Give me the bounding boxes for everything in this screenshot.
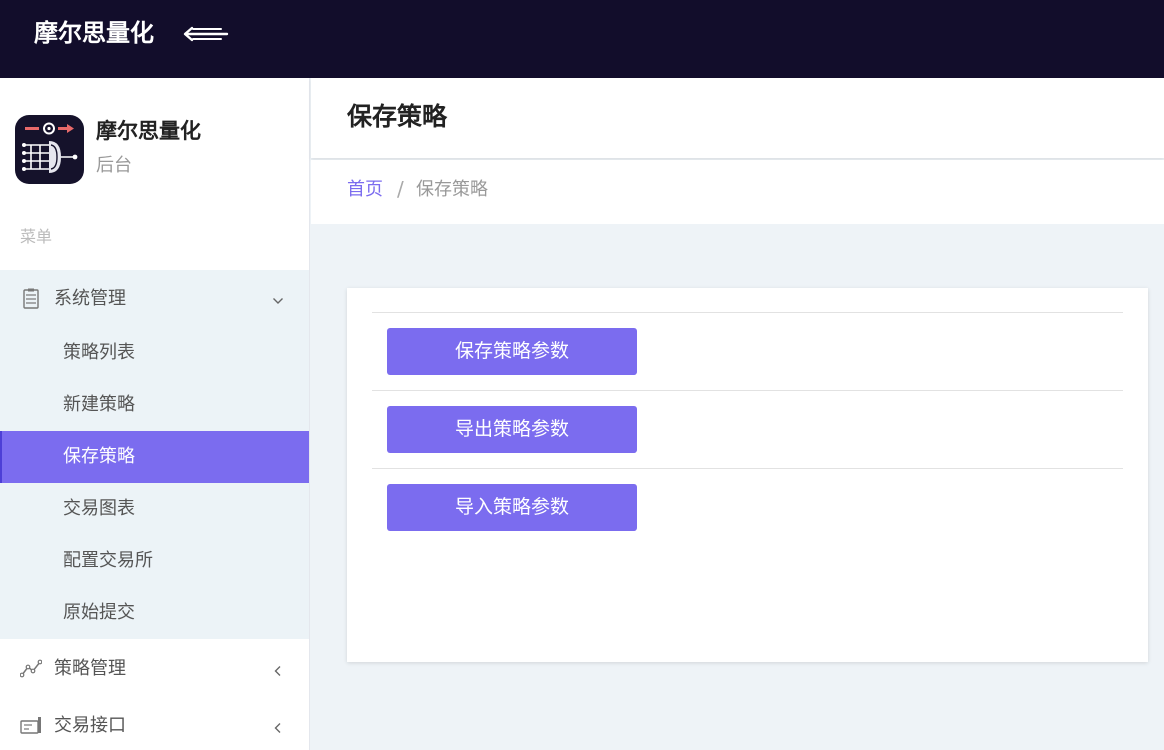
menu-group-system-label: 系统管理 (54, 288, 126, 309)
profile-name: 摩尔思量化 (96, 119, 201, 143)
menu-group-system: 系统管理 策略列表 新建策略 保存策略 交易图表 配置交易所 原始提交 (0, 270, 309, 639)
sidebar-item-label: 配置交易所 (63, 550, 153, 571)
profile-subtitle: 后台 (96, 155, 132, 176)
sidebar-item-strategy-list[interactable]: 策略列表 (0, 327, 309, 379)
breadcrumb-separator: / (397, 177, 404, 201)
sidebar-profile: 摩尔思量化 后台 (15, 115, 295, 185)
sidebar-item-save-strategy[interactable]: 保存策略 (0, 431, 309, 483)
menu-group-system-header[interactable]: 系统管理 (0, 270, 309, 326)
divider (372, 390, 1123, 391)
sidebar-item-label: 原始提交 (63, 602, 135, 623)
sidebar-item-new-strategy[interactable]: 新建策略 (0, 379, 309, 431)
save-strategy-params-button[interactable]: 保存策略参数 (387, 328, 637, 375)
breadcrumb-current: 保存策略 (416, 179, 488, 200)
menu-group-strategy-header[interactable]: 策略管理 (0, 640, 309, 696)
import-strategy-params-button[interactable]: 导入策略参数 (387, 484, 637, 531)
sidebar: 摩尔思量化 后台 菜单 系统管理 策略列表 新建策略 保存策略 交易图表 配置交 (0, 78, 310, 750)
breadcrumb: 首页 / 保存策略 (311, 160, 1164, 224)
menu-group-trading-interface-header[interactable]: 交易接口 (0, 697, 309, 750)
sidebar-item-configure-exchange[interactable]: 配置交易所 (0, 535, 309, 587)
sidebar-item-label: 保存策略 (63, 446, 135, 467)
app-logo (15, 115, 84, 184)
menu-toggle-icon[interactable] (183, 24, 229, 44)
sidebar-item-label: 交易图表 (63, 498, 135, 519)
server-icon (20, 288, 42, 310)
sidebar-item-label: 新建策略 (63, 394, 135, 415)
card-reader-icon (20, 715, 42, 737)
menu-caption: 菜单 (20, 227, 53, 246)
chevron-left-icon (272, 719, 284, 733)
content-card: 保存策略参数 导出策略参数 导入策略参数 (347, 288, 1148, 662)
menu-group-strategy-label: 策略管理 (54, 658, 126, 679)
export-strategy-params-button[interactable]: 导出策略参数 (387, 406, 637, 453)
top-navbar: 摩尔思量化 (0, 0, 1164, 78)
sidebar-item-raw-submit[interactable]: 原始提交 (0, 587, 309, 639)
divider (372, 312, 1123, 313)
divider (372, 468, 1123, 469)
menu-group-trading-interface-label: 交易接口 (54, 715, 126, 736)
chevron-down-icon (272, 292, 284, 304)
line-chart-icon (19, 658, 43, 680)
chevron-left-icon (272, 662, 284, 676)
page-title: 保存策略 (347, 102, 448, 131)
sidebar-item-label: 策略列表 (63, 342, 135, 363)
sidebar-item-trading-chart[interactable]: 交易图表 (0, 483, 309, 535)
page-header: 保存策略 (311, 78, 1164, 158)
breadcrumb-home-link[interactable]: 首页 (347, 177, 383, 203)
brand-title[interactable]: 摩尔思量化 (34, 17, 154, 49)
